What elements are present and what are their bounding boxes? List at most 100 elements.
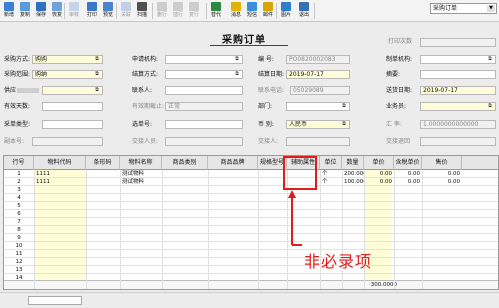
table-row[interactable]: 21111测试物料个100.00000.000.000.00 <box>4 178 498 186</box>
cell-no[interactable]: 13 <box>4 266 34 274</box>
cell-name[interactable] <box>120 210 162 218</box>
cell-tax_price[interactable] <box>394 234 422 242</box>
table-row[interactable]: 7 <box>4 218 498 226</box>
table-row[interactable]: 5 <box>4 202 498 210</box>
cell-category[interactable] <box>162 234 208 242</box>
cell-no[interactable]: 2 <box>4 178 34 186</box>
cell-price[interactable] <box>364 234 394 242</box>
cell-sale[interactable]: 0.00 <box>422 170 462 178</box>
cell-unit[interactable]: 个 <box>320 178 342 186</box>
cell-sale[interactable] <box>422 218 462 226</box>
cell-code[interactable] <box>34 210 86 218</box>
cell-code[interactable] <box>34 250 86 258</box>
cell-code[interactable] <box>34 266 86 274</box>
toolbar-button-4[interactable]: 审核 <box>66 1 82 21</box>
cell-no[interactable]: 8 <box>4 226 34 234</box>
cell-category[interactable] <box>162 266 208 274</box>
cell-tax_price[interactable] <box>394 226 422 234</box>
toolbar-button-8[interactable]: 扫描 <box>134 1 150 21</box>
department-field[interactable]: ⧉ <box>286 102 350 111</box>
cell-code[interactable] <box>34 194 86 202</box>
cell-no[interactable]: 10 <box>4 242 34 250</box>
cell-qty[interactable] <box>342 218 364 226</box>
table-row[interactable]: 12 <box>4 258 498 266</box>
cell-no[interactable]: 7 <box>4 218 34 226</box>
cell-tax_price[interactable] <box>394 258 422 266</box>
toolbar-button-13[interactable]: 消息 <box>228 1 244 21</box>
cell-code[interactable] <box>34 202 86 210</box>
cell-name[interactable] <box>120 194 162 202</box>
cell-brand[interactable] <box>208 194 258 202</box>
toolbar-button-0[interactable]: 新增 <box>1 1 17 21</box>
table-row[interactable]: 13 <box>4 266 498 274</box>
cell-barcode[interactable] <box>86 170 120 178</box>
cell-brand[interactable] <box>208 186 258 194</box>
toolbar-button-1[interactable]: 复制 <box>17 1 33 21</box>
cell-name[interactable] <box>120 186 162 194</box>
cell-sale[interactable] <box>422 234 462 242</box>
cell-barcode[interactable] <box>86 210 120 218</box>
cell-name[interactable] <box>120 234 162 242</box>
cell-unit[interactable] <box>320 234 342 242</box>
cell-no[interactable]: 6 <box>4 210 34 218</box>
cell-name[interactable]: 测试物料 <box>120 170 162 178</box>
cell-category[interactable] <box>162 178 208 186</box>
cell-spec[interactable] <box>258 258 287 266</box>
lookup-icon[interactable]: ⧉ <box>233 56 241 63</box>
cell-no[interactable]: 9 <box>4 234 34 242</box>
cell-brand[interactable] <box>208 234 258 242</box>
lookup-icon[interactable]: ⧉ <box>486 103 494 110</box>
cell-price[interactable]: 0.00 <box>364 178 394 186</box>
cell-category[interactable] <box>162 202 208 210</box>
cell-brand[interactable] <box>208 242 258 250</box>
cell-tax_price[interactable] <box>394 266 422 274</box>
cell-qty[interactable] <box>342 194 364 202</box>
cell-category[interactable] <box>162 226 208 234</box>
column-header[interactable]: 商品类别 <box>162 156 208 170</box>
purchase-scope-field[interactable]: 购纳 ⧉ <box>32 70 103 79</box>
ship-date-field[interactable]: 2019-07-17 <box>420 86 496 95</box>
cell-category[interactable] <box>162 210 208 218</box>
cell-barcode[interactable] <box>86 226 120 234</box>
cell-tax_price[interactable] <box>394 242 422 250</box>
column-header[interactable]: 数量 <box>342 156 364 170</box>
cell-qty[interactable] <box>342 210 364 218</box>
cell-sale[interactable] <box>422 186 462 194</box>
lookup-icon[interactable]: ⧉ <box>233 71 241 78</box>
cell-barcode[interactable] <box>86 218 120 226</box>
cell-price[interactable] <box>364 218 394 226</box>
cell-barcode[interactable] <box>86 250 120 258</box>
column-header[interactable]: 行号 <box>4 156 34 170</box>
cell-code[interactable] <box>34 218 86 226</box>
cell-price[interactable] <box>364 210 394 218</box>
cell-unit[interactable] <box>320 202 342 210</box>
cell-spec[interactable] <box>258 266 287 274</box>
cell-qty[interactable] <box>342 226 364 234</box>
cell-tax_price[interactable] <box>394 250 422 258</box>
cell-sale[interactable] <box>422 266 462 274</box>
cell-tax_price[interactable] <box>394 194 422 202</box>
cell-tax_price[interactable] <box>394 210 422 218</box>
cell-name[interactable]: 测试物料 <box>120 178 162 186</box>
cell-brand[interactable] <box>208 202 258 210</box>
cell-brand[interactable] <box>208 210 258 218</box>
contact-field[interactable] <box>165 86 243 95</box>
cell-name[interactable] <box>120 250 162 258</box>
toolbar-button-7[interactable]: 关联 <box>118 1 134 21</box>
doc-type-field[interactable] <box>42 120 103 129</box>
settle-date-field[interactable]: 2019-07-17 <box>286 70 350 79</box>
cell-code[interactable] <box>34 234 86 242</box>
cell-barcode[interactable] <box>86 258 120 266</box>
cell-unit[interactable] <box>320 218 342 226</box>
cell-code[interactable]: 1111 <box>34 170 86 178</box>
cell-code[interactable] <box>34 186 86 194</box>
table-row[interactable]: 4 <box>4 194 498 202</box>
cell-name[interactable] <box>120 202 162 210</box>
cell-name[interactable] <box>120 242 162 250</box>
toolbar-button-3[interactable]: 恢复 <box>49 1 65 21</box>
toolbar-button-17[interactable]: 退出 <box>296 1 312 21</box>
cell-name[interactable] <box>120 266 162 274</box>
table-row[interactable]: 8 <box>4 226 498 234</box>
cell-code[interactable]: 1111 <box>34 178 86 186</box>
currency-field[interactable]: 人民币 ⧉ <box>286 120 350 129</box>
